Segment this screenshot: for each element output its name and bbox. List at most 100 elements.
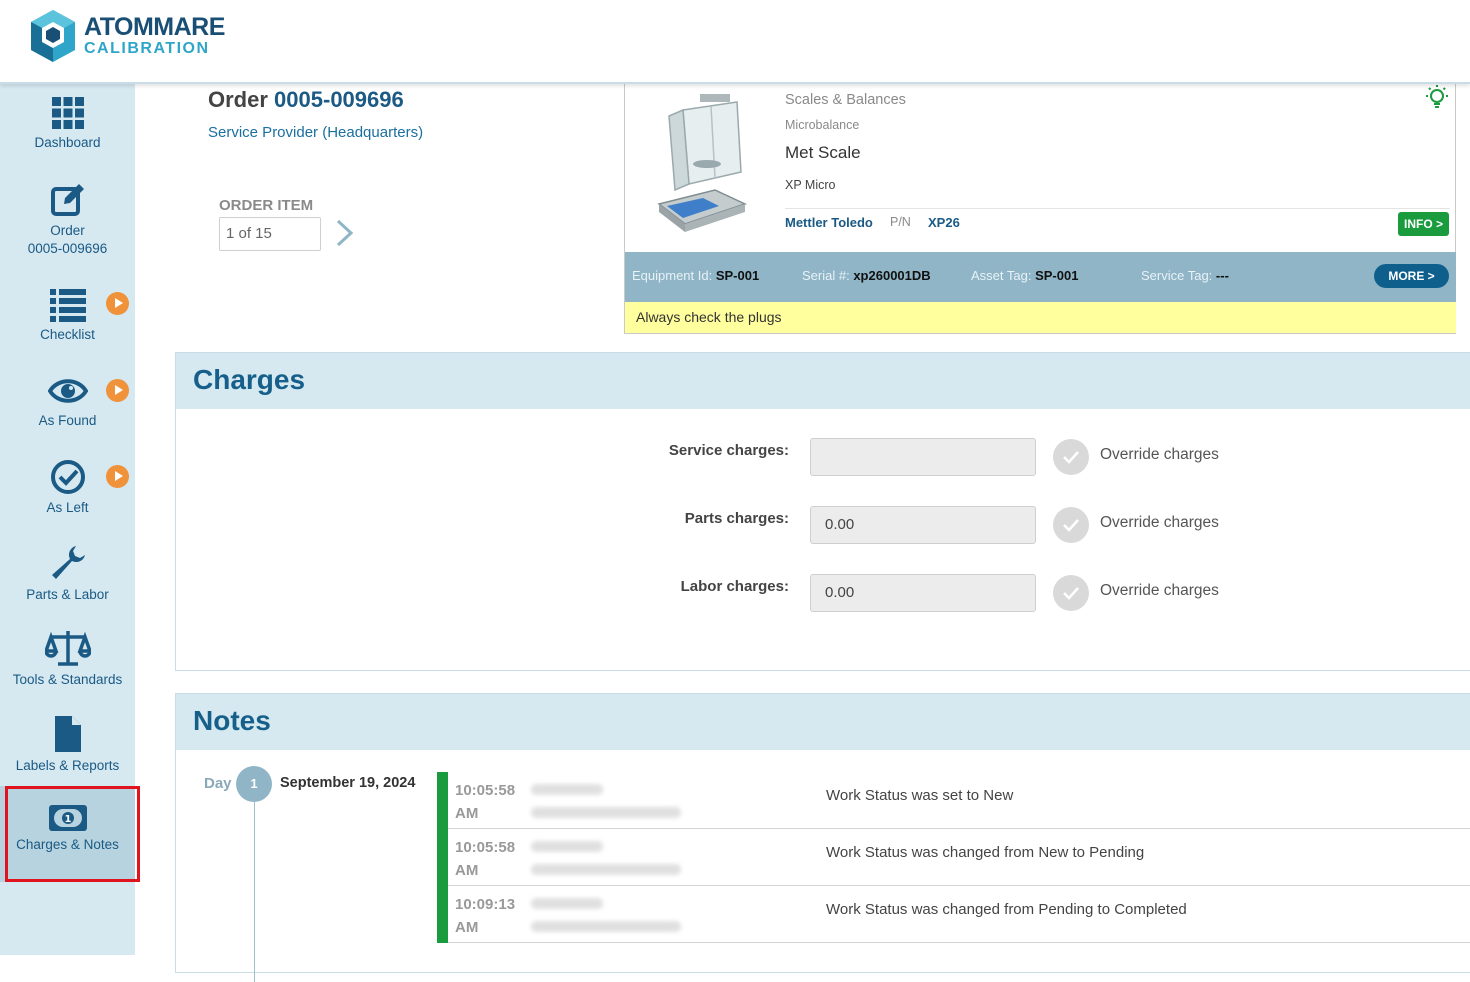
manufacturer: Mettler Toledo xyxy=(785,215,873,230)
timeline-line xyxy=(254,802,255,982)
list-item: 10:05:58 AM Work Status was set to New xyxy=(437,772,1470,829)
override-toggle[interactable] xyxy=(1053,507,1089,543)
equipment-model: XP Micro xyxy=(785,178,836,192)
check-circle-icon xyxy=(50,460,85,494)
equipment-category: Scales & Balances xyxy=(785,92,906,108)
equipment-name: Met Scale xyxy=(785,143,861,162)
top-bar: ATOMMARE CALIBRATION xyxy=(0,0,1470,84)
list-item: 10:09:13 AM Work Status was changed from… xyxy=(437,886,1470,943)
serial-number: xp260001DB xyxy=(853,268,931,283)
note-time: 10:09:13 AM xyxy=(455,896,516,936)
checkmark-icon xyxy=(1063,587,1079,600)
checkmark-icon xyxy=(1063,451,1079,464)
equipment-note: Always check the plugs xyxy=(625,302,1456,333)
sidebar-item-label: Parts & Labor xyxy=(26,587,109,602)
charges-panel: Charges Service charges: Override charge… xyxy=(175,352,1470,671)
notes-title: Notes xyxy=(176,694,1470,750)
status-bar xyxy=(437,829,448,886)
parts-charges-label: Parts charges: xyxy=(684,510,789,527)
sidebar-item-tools-standards[interactable]: Tools & Standards xyxy=(0,629,135,689)
more-button[interactable]: MORE > xyxy=(1374,264,1449,288)
note-time: 10:05:58 AM xyxy=(455,782,516,822)
order-prefix: Order xyxy=(208,87,268,112)
sidebar-item-parts-labor[interactable]: Parts & Labor xyxy=(0,544,135,604)
equipment-id: SP-001 xyxy=(715,268,760,283)
equipment-details-bar: Equipment Id: SP-001 Serial #: xp260001D… xyxy=(625,252,1456,302)
notes-panel: Notes Day 1 September 19, 2024 10:05:58 … xyxy=(175,693,1470,982)
service-charges-row: Service charges: Override charges xyxy=(176,438,1470,476)
override-toggle[interactable] xyxy=(1053,575,1089,611)
labor-charges-row: Labor charges: 0.00 Override charges xyxy=(176,574,1470,612)
asset-tag: SP-001 xyxy=(1035,268,1079,283)
override-label: Override charges xyxy=(1100,446,1219,463)
logo-line1: ATOMMARE xyxy=(84,13,225,41)
day-label: Day xyxy=(204,775,232,792)
redacted-author xyxy=(527,890,699,940)
hexagon-logo-icon xyxy=(31,10,75,62)
list-item: 10:05:58 AM Work Status was changed from… xyxy=(437,829,1470,886)
service-charges-input[interactable] xyxy=(810,438,1036,476)
status-bar xyxy=(437,772,448,829)
labor-charges-input[interactable]: 0.00 xyxy=(810,574,1036,612)
equipment-id-label: Equipment Id: xyxy=(632,268,713,283)
note-message: Work Status was set to New xyxy=(826,787,1014,804)
equipment-card: Scales & Balances Microbalance Met Scale… xyxy=(624,84,1456,334)
sidebar-item-dashboard[interactable]: Dashboard xyxy=(0,96,135,152)
divider xyxy=(785,208,1450,209)
highlight-box xyxy=(5,786,140,882)
service-charges-label: Service charges: xyxy=(668,442,789,459)
equipment-image xyxy=(645,92,757,247)
play-icon[interactable] xyxy=(106,379,129,402)
order-item-selector[interactable]: 1 of 15 xyxy=(219,217,321,251)
chevron-right-icon xyxy=(336,219,354,247)
play-icon[interactable] xyxy=(106,292,129,315)
charges-title: Charges xyxy=(176,353,1470,409)
sidebar-item-order[interactable]: Order 0005-009696 xyxy=(0,182,135,258)
company-logo[interactable]: ATOMMARE CALIBRATION xyxy=(28,8,225,64)
override-toggle[interactable] xyxy=(1053,439,1089,475)
sidebar-item-label: As Found xyxy=(38,413,97,428)
sidebar-item-label: Dashboard xyxy=(34,135,101,150)
note-message: Work Status was changed from New to Pend… xyxy=(826,844,1145,861)
sidebar-item-sublabel: 0005-009696 xyxy=(27,241,108,256)
part-number: XP26 xyxy=(928,215,960,230)
play-icon[interactable] xyxy=(106,465,129,488)
scale-icon xyxy=(44,631,91,666)
eye-icon xyxy=(47,379,88,403)
equipment-subcategory: Microbalance xyxy=(785,118,860,132)
part-number-label: P/N xyxy=(890,215,911,229)
sidebar-item-label: As Left xyxy=(46,500,89,515)
order-number: 0005-009696 xyxy=(274,87,404,112)
parts-charges-input[interactable]: 0.00 xyxy=(810,506,1036,544)
checkmark-icon xyxy=(1063,519,1079,532)
wrench-icon xyxy=(51,546,85,579)
parts-charges-row: Parts charges: 0.00 Override charges xyxy=(176,506,1470,544)
info-button[interactable]: INFO > xyxy=(1398,212,1449,236)
logo-line2: CALIBRATION xyxy=(84,40,210,57)
override-label: Override charges xyxy=(1100,582,1219,599)
status-bar xyxy=(437,886,448,943)
microbalance-image-icon xyxy=(657,94,748,232)
service-provider-link[interactable]: Service Provider (Headquarters) xyxy=(208,124,423,141)
lightbulb-icon[interactable] xyxy=(1423,84,1451,115)
day-number-badge: 1 xyxy=(236,766,272,802)
grid-icon xyxy=(51,97,84,129)
next-item-button[interactable] xyxy=(334,218,356,253)
labor-charges-label: Labor charges: xyxy=(680,578,789,595)
note-time: 10:05:58 AM xyxy=(455,839,516,879)
list-icon xyxy=(49,289,86,322)
note-message: Work Status was changed from Pending to … xyxy=(826,901,1187,918)
order-item-label: ORDER ITEM xyxy=(219,197,314,214)
sidebar-item-label: Tools & Standards xyxy=(12,672,123,687)
sidebar-item-label: Labels & Reports xyxy=(15,758,120,773)
page-title: Order 0005-009696 xyxy=(208,87,404,113)
redacted-author xyxy=(527,833,699,883)
asset-tag-label: Asset Tag: xyxy=(971,268,1032,283)
service-tag: --- xyxy=(1215,268,1229,283)
sidebar-item-label: Checklist xyxy=(40,327,95,342)
edit-icon xyxy=(50,184,84,216)
document-icon xyxy=(54,716,81,752)
sidebar-item-labels-reports[interactable]: Labels & Reports xyxy=(0,715,135,775)
serial-label: Serial #: xyxy=(802,268,850,283)
service-tag-label: Service Tag: xyxy=(1141,268,1213,283)
